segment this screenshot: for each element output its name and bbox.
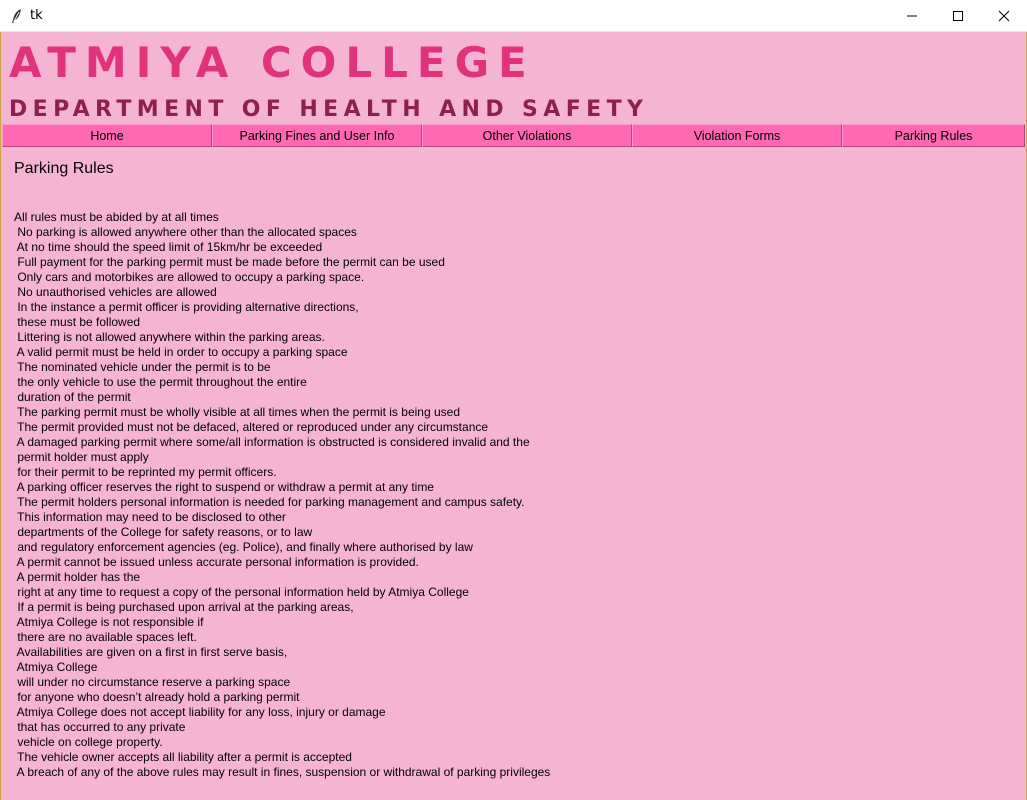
rule-line: Atmiya College does not accept liability…: [14, 705, 386, 719]
close-icon: [998, 7, 1010, 26]
rule-line: for their permit to be reprinted my perm…: [14, 465, 277, 479]
rule-line: Only cars and motorbikes are allowed to …: [14, 270, 365, 284]
minimize-icon: [906, 7, 918, 26]
nav-parking-fines-button[interactable]: Parking Fines and User Info: [212, 124, 422, 147]
rule-line: No unauthorised vehicles are allowed: [14, 285, 217, 299]
rule-line: All rules must be abided by at all times: [14, 210, 219, 224]
rule-line: Atmiya College: [14, 660, 98, 674]
rule-line: At no time should the speed limit of 15k…: [14, 240, 323, 254]
window-title: tk: [30, 8, 43, 23]
nav-violation-forms-button[interactable]: Violation Forms: [632, 124, 842, 147]
rule-line: The parking permit must be wholly visibl…: [14, 405, 460, 419]
rule-line: A damaged parking permit where some/all …: [14, 435, 530, 449]
rule-line: the only vehicle to use the permit throu…: [14, 375, 307, 389]
maximize-icon: [952, 7, 964, 26]
close-button[interactable]: [981, 0, 1027, 32]
rule-line: This information may need to be disclose…: [14, 510, 286, 524]
rule-line: A breach of any of the above rules may r…: [14, 765, 551, 779]
rule-line: there are no available spaces left.: [14, 630, 197, 644]
minimize-button[interactable]: [889, 0, 935, 32]
rule-line: Atmiya College is not responsible if: [14, 615, 204, 629]
rule-line: In the instance a permit officer is prov…: [14, 300, 359, 314]
feather-icon: [10, 8, 24, 24]
rule-line: The permit provided must not be defaced,…: [14, 420, 489, 434]
rule-line: A parking officer reserves the right to …: [14, 480, 434, 494]
rule-line: for anyone who doesn’t already hold a pa…: [14, 690, 300, 704]
department-title: DEPARTMENT OF HEALTH AND SAFETY: [9, 97, 649, 122]
rule-line: departments of the College for safety re…: [14, 525, 313, 539]
page-title: Parking Rules: [14, 160, 114, 177]
rule-line: permit holder must apply: [14, 450, 149, 464]
nav-parking-rules-button[interactable]: Parking Rules: [842, 124, 1025, 147]
rule-line: A valid permit must be held in order to …: [14, 345, 348, 359]
maximize-button[interactable]: [935, 0, 981, 32]
rule-line: The vehicle owner accepts all liability …: [14, 750, 352, 764]
rule-line: The permit holders personal information …: [14, 495, 525, 509]
rule-line: No parking is allowed anywhere other tha…: [14, 225, 357, 239]
window-titlebar[interactable]: tk: [0, 0, 1027, 32]
rule-line: right at any time to request a copy of t…: [14, 585, 469, 599]
rule-line: will under no circumstance reserve a par…: [14, 675, 291, 689]
nav-other-violations-button[interactable]: Other Violations: [422, 124, 632, 147]
rule-line: Full payment for the parking permit must…: [14, 255, 445, 269]
rule-line: Availabilities are given on a first in f…: [14, 645, 288, 659]
rule-line: Littering is not allowed anywhere within…: [14, 330, 325, 344]
rule-line: The nominated vehicle under the permit i…: [14, 360, 271, 374]
rule-line: duration of the permit: [14, 390, 131, 404]
rules-list: All rules must be abided by at all times…: [14, 210, 550, 780]
rule-line: A permit holder has the: [14, 570, 141, 584]
college-title: ATMIYA COLLEGE: [9, 38, 536, 87]
rule-line: If a permit is being purchased upon arri…: [14, 600, 354, 614]
rule-line: that has occurred to any private: [14, 720, 186, 734]
rule-line: these must be followed: [14, 315, 141, 329]
rule-line: A permit cannot be issued unless accurat…: [14, 555, 419, 569]
nav-bar: Home Parking Fines and User Info Other V…: [2, 124, 1025, 147]
rule-line: and regulatory enforcement agencies (eg.…: [14, 540, 473, 554]
nav-home-button[interactable]: Home: [2, 124, 212, 147]
rule-line: vehicle on college property.: [14, 735, 163, 749]
